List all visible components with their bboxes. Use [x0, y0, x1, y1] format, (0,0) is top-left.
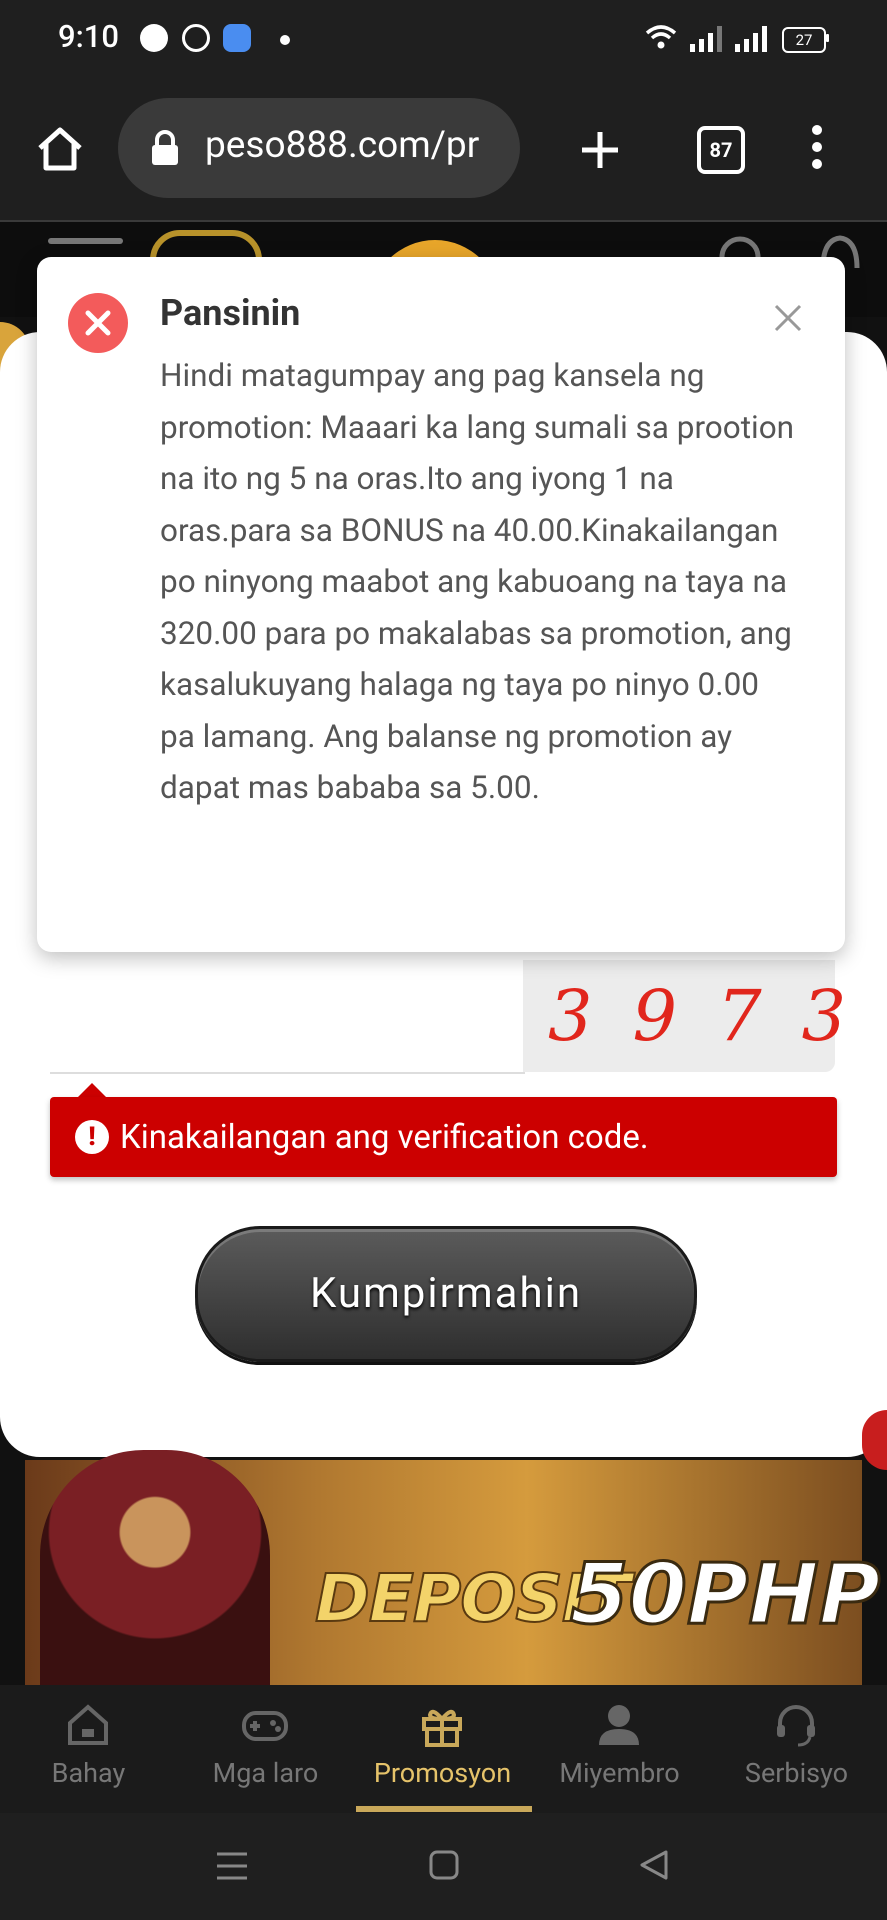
pirate-character-image [40, 1450, 270, 1685]
home-button[interactable] [36, 126, 84, 172]
gift-icon [422, 1709, 462, 1747]
system-navigation-bar [0, 1813, 887, 1920]
new-tab-button[interactable] [578, 128, 622, 172]
url-text[interactable]: peso888.com/pr [205, 124, 515, 167]
tabs-button[interactable]: 87 [697, 126, 745, 174]
nav-item-bahay[interactable]: Bahay [0, 1685, 177, 1813]
signal-icon [690, 26, 722, 52]
active-tab-indicator [356, 1806, 532, 1812]
messenger-app-icon [223, 24, 251, 52]
close-icon[interactable] [770, 300, 806, 336]
exclamation-icon: ! [75, 1120, 109, 1154]
hamburger-menu-icon[interactable] [48, 238, 123, 244]
nav-label: Promosyon [373, 1757, 512, 1789]
nav-item-mga-laro[interactable]: Mga laro [177, 1685, 354, 1813]
home-nav-icon[interactable] [428, 1849, 460, 1881]
battery-icon: 27 [782, 27, 826, 53]
home-icon [68, 1704, 108, 1745]
nav-item-serbisyo[interactable]: Serbisyo [708, 1685, 885, 1813]
skype-icon [140, 24, 168, 52]
gamepad-icon [242, 1711, 288, 1741]
status-bar: 9:10 27 [0, 0, 887, 80]
browser-toolbar: peso888.com/pr 87 [0, 80, 887, 222]
verification-code-input[interactable] [50, 960, 525, 1074]
back-icon[interactable] [638, 1849, 670, 1881]
captcha-code: 3973 [548, 975, 887, 1057]
dialog-title: Pansinin [160, 292, 301, 334]
dialog-message: Hindi matagumpay ang pag kansela ng prom… [160, 357, 795, 806]
nav-label: Mga laro [212, 1757, 319, 1789]
viber-icon [182, 24, 210, 52]
error-pointer [78, 1083, 106, 1097]
nav-item-miyembro[interactable]: Miyembro [531, 1685, 708, 1813]
wifi-icon [645, 25, 677, 49]
more-menu-icon[interactable] [810, 124, 824, 170]
nav-label: Serbisyo [744, 1757, 849, 1789]
error-circle-icon [68, 293, 128, 353]
status-time: 9:10 [58, 18, 120, 55]
user-icon [599, 1705, 639, 1745]
banner-amount-text: 50PHP [568, 1544, 881, 1645]
nav-item-promosyon[interactable]: Promosyon [354, 1685, 531, 1813]
battery-tip [826, 34, 829, 42]
lock-icon [152, 130, 178, 165]
headset-icon [777, 1705, 815, 1747]
nav-label: Bahay [51, 1757, 126, 1789]
confirm-button[interactable]: Kumpirmahin [195, 1226, 697, 1362]
notification-dot-icon [280, 35, 290, 45]
nav-label: Miyembro [559, 1757, 680, 1789]
recent-apps-icon[interactable] [215, 1850, 249, 1882]
signal-icon-2 [735, 26, 767, 52]
error-message: Kinakailangan ang verification code. [120, 1118, 649, 1157]
